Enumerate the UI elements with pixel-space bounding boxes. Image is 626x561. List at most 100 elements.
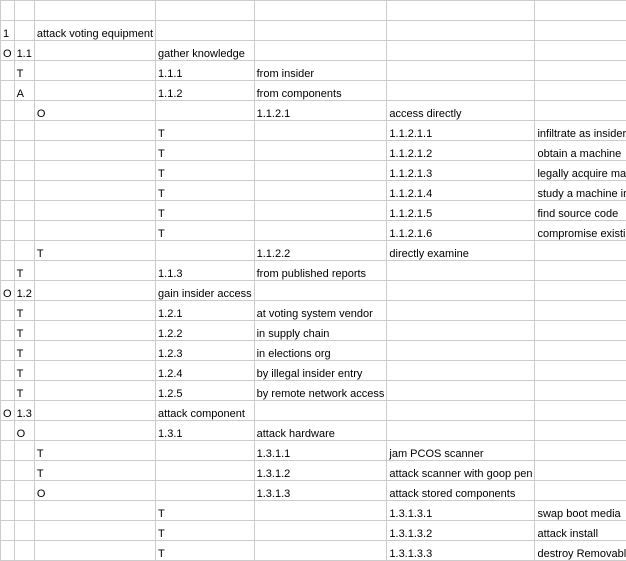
cell[interactable] xyxy=(34,181,155,201)
cell[interactable] xyxy=(535,461,626,481)
cell[interactable] xyxy=(254,41,387,61)
cell[interactable]: from insider xyxy=(254,61,387,81)
cell[interactable] xyxy=(535,41,626,61)
cell[interactable] xyxy=(1,201,15,221)
cell[interactable] xyxy=(254,121,387,141)
cell[interactable] xyxy=(34,261,155,281)
cell[interactable] xyxy=(535,341,626,361)
cell[interactable]: 1.3.1 xyxy=(156,421,255,441)
cell[interactable] xyxy=(156,21,255,41)
cell[interactable] xyxy=(1,461,15,481)
cell[interactable]: T xyxy=(14,361,34,381)
cell[interactable] xyxy=(156,101,255,121)
cell[interactable]: attack component xyxy=(156,401,255,421)
cell[interactable] xyxy=(14,121,34,141)
cell[interactable]: study a machine in transit xyxy=(535,181,626,201)
cell[interactable] xyxy=(254,541,387,561)
cell[interactable]: 1.1.2 xyxy=(156,81,255,101)
cell[interactable] xyxy=(387,281,535,301)
cell[interactable] xyxy=(34,501,155,521)
cell[interactable]: gather knowledge xyxy=(156,41,255,61)
cell[interactable] xyxy=(34,361,155,381)
cell[interactable] xyxy=(34,121,155,141)
cell[interactable] xyxy=(254,181,387,201)
cell[interactable] xyxy=(1,341,15,361)
cell[interactable] xyxy=(34,401,155,421)
cell[interactable]: T xyxy=(34,461,155,481)
cell[interactable] xyxy=(387,21,535,41)
cell[interactable]: T xyxy=(156,541,255,561)
cell[interactable]: O xyxy=(14,421,34,441)
cell[interactable] xyxy=(254,161,387,181)
cell[interactable] xyxy=(1,81,15,101)
cell[interactable] xyxy=(387,61,535,81)
cell[interactable] xyxy=(14,161,34,181)
cell[interactable] xyxy=(387,321,535,341)
cell[interactable]: A xyxy=(14,81,34,101)
cell[interactable]: O xyxy=(34,481,155,501)
cell[interactable] xyxy=(34,41,155,61)
cell[interactable] xyxy=(14,241,34,261)
cell[interactable]: 1.3.1.3.1 xyxy=(387,501,535,521)
cell[interactable]: from published reports xyxy=(254,261,387,281)
cell[interactable] xyxy=(14,481,34,501)
cell[interactable] xyxy=(34,541,155,561)
cell[interactable] xyxy=(254,221,387,241)
cell[interactable]: infiltrate as insider xyxy=(535,121,626,141)
cell[interactable] xyxy=(387,361,535,381)
cell[interactable] xyxy=(34,301,155,321)
cell[interactable] xyxy=(156,1,255,21)
cell[interactable] xyxy=(387,261,535,281)
cell[interactable] xyxy=(34,381,155,401)
cell[interactable]: 1.2.5 xyxy=(156,381,255,401)
cell[interactable]: 1.3.1.3.3 xyxy=(387,541,535,561)
cell[interactable]: 1.1.2.2 xyxy=(254,241,387,261)
cell[interactable]: attack voting equipment xyxy=(34,21,155,41)
cell[interactable] xyxy=(34,281,155,301)
cell[interactable]: 1.1.1 xyxy=(156,61,255,81)
cell[interactable]: 1.3 xyxy=(14,401,34,421)
cell[interactable] xyxy=(535,21,626,41)
cell[interactable] xyxy=(535,301,626,321)
cell[interactable]: T xyxy=(14,261,34,281)
cell[interactable] xyxy=(535,61,626,81)
cell[interactable] xyxy=(14,201,34,221)
cell[interactable]: T xyxy=(14,341,34,361)
cell[interactable]: access directly xyxy=(387,101,535,121)
cell[interactable] xyxy=(14,21,34,41)
cell[interactable] xyxy=(1,141,15,161)
cell[interactable] xyxy=(14,101,34,121)
cell[interactable] xyxy=(1,121,15,141)
cell[interactable]: T xyxy=(156,181,255,201)
cell[interactable]: 1 xyxy=(1,21,15,41)
cell[interactable]: O xyxy=(1,41,15,61)
cell[interactable]: T xyxy=(156,501,255,521)
cell[interactable]: legally acquire machine xyxy=(535,161,626,181)
cell[interactable] xyxy=(254,201,387,221)
cell[interactable] xyxy=(1,101,15,121)
cell[interactable] xyxy=(535,1,626,21)
cell[interactable] xyxy=(14,521,34,541)
cell[interactable]: jam PCOS scanner xyxy=(387,441,535,461)
cell[interactable]: attack stored components xyxy=(387,481,535,501)
cell[interactable] xyxy=(535,421,626,441)
cell[interactable]: 1.1.2.1.3 xyxy=(387,161,535,181)
cell[interactable]: T xyxy=(156,521,255,541)
cell[interactable] xyxy=(34,1,155,21)
cell[interactable]: T xyxy=(34,441,155,461)
cell[interactable] xyxy=(1,241,15,261)
cell[interactable] xyxy=(535,481,626,501)
cell[interactable] xyxy=(535,381,626,401)
cell[interactable] xyxy=(1,541,15,561)
cell[interactable]: directly examine xyxy=(387,241,535,261)
cell[interactable] xyxy=(535,361,626,381)
cell[interactable]: by remote network access xyxy=(254,381,387,401)
cell[interactable] xyxy=(535,261,626,281)
cell[interactable]: 1.1.3 xyxy=(156,261,255,281)
cell[interactable]: O xyxy=(34,101,155,121)
cell[interactable] xyxy=(535,81,626,101)
cell[interactable] xyxy=(1,181,15,201)
cell[interactable] xyxy=(14,181,34,201)
cell[interactable] xyxy=(1,1,15,21)
cell[interactable] xyxy=(535,401,626,421)
